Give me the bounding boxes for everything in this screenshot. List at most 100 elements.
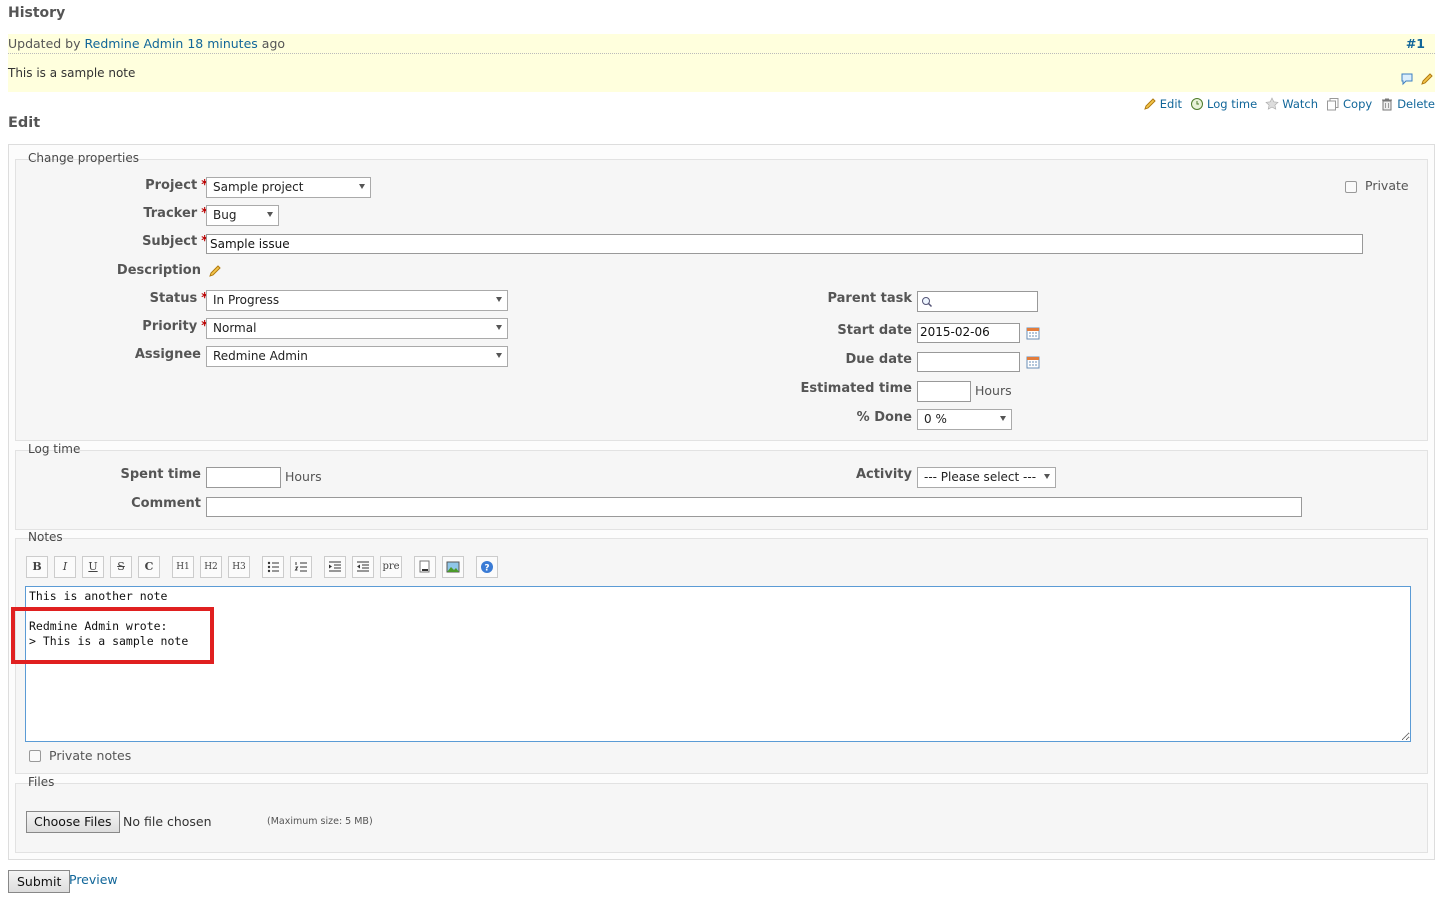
- journal-note: This is a sample note: [8, 66, 136, 80]
- contextual-actions: Edit Log time Watch Copy Delete: [1143, 97, 1435, 111]
- copy-link[interactable]: Copy: [1326, 97, 1372, 111]
- indent-icon: [329, 561, 341, 572]
- subject-label: Subject *: [142, 234, 208, 249]
- estimated-time-label: Estimated time: [800, 381, 912, 396]
- toolbar-bold-button[interactable]: B: [26, 556, 48, 578]
- spent-time-unit: Hours: [285, 469, 322, 484]
- trash-icon: [1382, 98, 1393, 111]
- change-properties-legend: Change properties: [28, 151, 139, 165]
- numbered-list-icon: [294, 562, 307, 572]
- edit-description-icon[interactable]: [208, 264, 222, 278]
- ago-suffix: ago: [261, 36, 286, 51]
- toolbar-help-button[interactable]: ?: [476, 556, 498, 578]
- toolbar-ordered-list-button[interactable]: [290, 556, 312, 578]
- log-time-link[interactable]: Log time: [1190, 97, 1257, 111]
- search-icon: [922, 297, 933, 308]
- done-ratio-label: % Done: [856, 410, 912, 425]
- edit-heading: Edit: [8, 115, 41, 131]
- done-ratio-select[interactable]: 0 %: [917, 409, 1012, 430]
- activity-select[interactable]: --- Please select ---: [917, 467, 1056, 488]
- edit-link[interactable]: Edit: [1143, 97, 1182, 111]
- private-notes-label: Private notes: [49, 748, 132, 763]
- quote-icon[interactable]: [1400, 72, 1414, 86]
- preview-link[interactable]: Preview: [69, 872, 118, 887]
- estimated-time-input[interactable]: [917, 381, 971, 402]
- spent-time-input[interactable]: [206, 467, 281, 488]
- private-label: Private: [1365, 178, 1409, 193]
- help-icon: ?: [481, 561, 493, 574]
- activity-label: Activity: [855, 467, 912, 482]
- delete-link[interactable]: Delete: [1380, 97, 1435, 111]
- project-select[interactable]: Sample project: [206, 177, 371, 198]
- toolbar-outdent-button[interactable]: [352, 556, 374, 578]
- start-date-input[interactable]: 2015-02-06: [917, 323, 1020, 343]
- toolbar-unordered-list-button[interactable]: [262, 556, 284, 578]
- log-time-fieldset: Log time Spent time Hours Activity --- P…: [15, 442, 1428, 530]
- pencil-icon: [1143, 98, 1156, 110]
- start-date-label: Start date: [837, 323, 912, 338]
- edit-note-icon[interactable]: [1420, 72, 1434, 86]
- clock-add-icon: [1191, 98, 1204, 110]
- no-file-chosen-text: No file chosen: [123, 814, 212, 829]
- log-time-legend: Log time: [28, 442, 81, 456]
- notes-legend: Notes: [28, 530, 63, 544]
- author-link[interactable]: Redmine Admin: [85, 36, 184, 51]
- toolbar-link-button[interactable]: [414, 556, 436, 578]
- delete-link-label: Delete: [1397, 97, 1435, 111]
- notes-textarea[interactable]: [25, 586, 1411, 742]
- due-date-input[interactable]: [917, 352, 1020, 372]
- private-notes-checkbox[interactable]: [29, 750, 41, 762]
- start-date-calendar-icon[interactable]: [1026, 326, 1040, 340]
- files-fieldset: Files Choose Files No file chosen (Maxim…: [15, 775, 1428, 853]
- submit-button[interactable]: Submit: [8, 870, 71, 893]
- svg-text:?: ?: [484, 564, 489, 574]
- watch-link[interactable]: Watch: [1265, 97, 1318, 111]
- comment-label: Comment: [131, 496, 201, 511]
- journal-byline: Updated by Redmine Admin 18 minutes ago: [8, 36, 285, 51]
- tracker-select[interactable]: Bug: [206, 205, 279, 226]
- history-heading: History: [8, 5, 66, 21]
- choose-files-button[interactable]: Choose Files: [26, 811, 120, 833]
- updated-by-prefix: Updated by: [8, 36, 81, 51]
- due-date-calendar-icon[interactable]: [1026, 355, 1040, 369]
- journal-number-link[interactable]: #1: [1406, 36, 1425, 51]
- toolbar-image-button[interactable]: [442, 556, 464, 578]
- max-size-text: (Maximum size: 5 MB): [267, 816, 373, 827]
- copy-icon: [1327, 98, 1339, 111]
- description-label: Description: [116, 263, 201, 278]
- star-icon: [1265, 97, 1279, 110]
- status-select[interactable]: In Progress: [206, 290, 508, 311]
- tracker-label: Tracker *: [143, 206, 208, 221]
- toolbar-h3-button[interactable]: H3: [228, 556, 250, 578]
- issue-edit-form: Change properties Project * Sample projec…: [8, 144, 1435, 860]
- watch-link-label: Watch: [1282, 97, 1319, 111]
- toolbar-h2-button[interactable]: H2: [200, 556, 222, 578]
- assignee-select[interactable]: Redmine Admin: [206, 346, 508, 367]
- comment-input[interactable]: [206, 497, 1302, 517]
- toolbar-underline-button[interactable]: U: [82, 556, 104, 578]
- private-checkbox[interactable]: [1345, 181, 1357, 193]
- parent-task-input[interactable]: [917, 291, 1038, 312]
- project-label: Project *: [145, 178, 208, 193]
- toolbar-h1-button[interactable]: H1: [172, 556, 194, 578]
- change-properties-fieldset: Change properties Project * Sample projec…: [15, 151, 1428, 441]
- toolbar-strike-button[interactable]: S: [110, 556, 132, 578]
- toolbar-code-button[interactable]: C: [138, 556, 160, 578]
- due-date-label: Due date: [845, 352, 913, 367]
- toolbar-indent-button[interactable]: [324, 556, 346, 578]
- assignee-label: Assignee: [134, 347, 201, 362]
- toolbar-italic-button[interactable]: I: [54, 556, 76, 578]
- priority-select[interactable]: Normal: [206, 318, 508, 339]
- spent-time-label: Spent time: [120, 467, 201, 482]
- edit-link-label: Edit: [1159, 97, 1183, 111]
- journal-entry: Updated by Redmine Admin 18 minutes ago …: [8, 34, 1435, 92]
- log-time-link-label: Log time: [1207, 97, 1258, 111]
- time-ago-link[interactable]: 18 minutes: [187, 36, 257, 51]
- files-legend: Files: [28, 775, 55, 789]
- wiki-link-icon: [419, 560, 430, 573]
- status-label: Status *: [149, 291, 208, 306]
- copy-link-label: Copy: [1343, 97, 1373, 111]
- toolbar-pre-button[interactable]: pre: [380, 556, 402, 578]
- subject-input[interactable]: Sample issue: [206, 234, 1363, 254]
- bulleted-list-icon: [267, 561, 279, 573]
